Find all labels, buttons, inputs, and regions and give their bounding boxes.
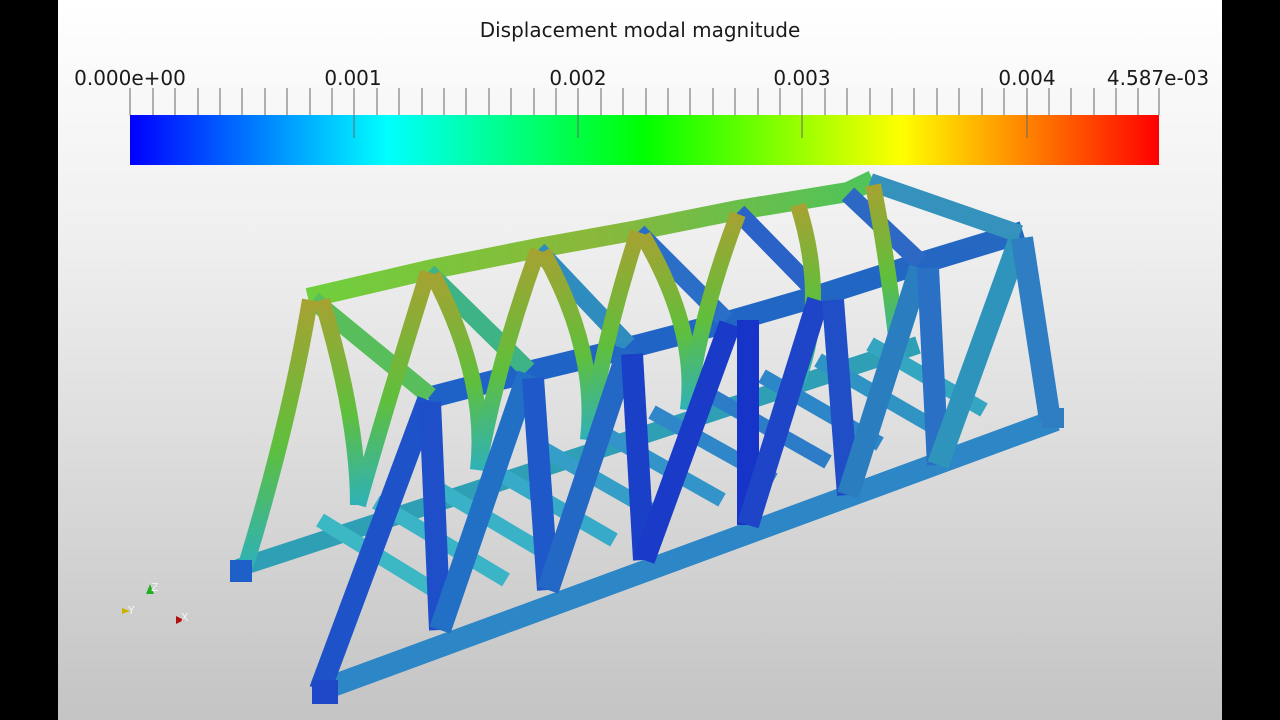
orientation-axes: Z Y X [122,581,189,624]
axis-y: Y [122,604,135,617]
axis-x: X [176,611,189,624]
scene-svg: Z Y X [122,88,1160,704]
axis-x-label: X [181,611,189,624]
scalar-bar-gradient [130,115,1159,165]
axis-z: Z [146,581,159,594]
axis-z-label: Z [151,581,159,594]
3d-viewport[interactable]: Displacement modal magnitude 0.000e+00 0… [58,0,1222,720]
render-window: Displacement modal magnitude 0.000e+00 0… [0,0,1280,720]
truss-bridge-model[interactable] [230,170,1064,704]
axis-y-label: Y [127,604,135,617]
scalar-bar [129,88,1160,165]
front-truss-members [309,234,1061,694]
